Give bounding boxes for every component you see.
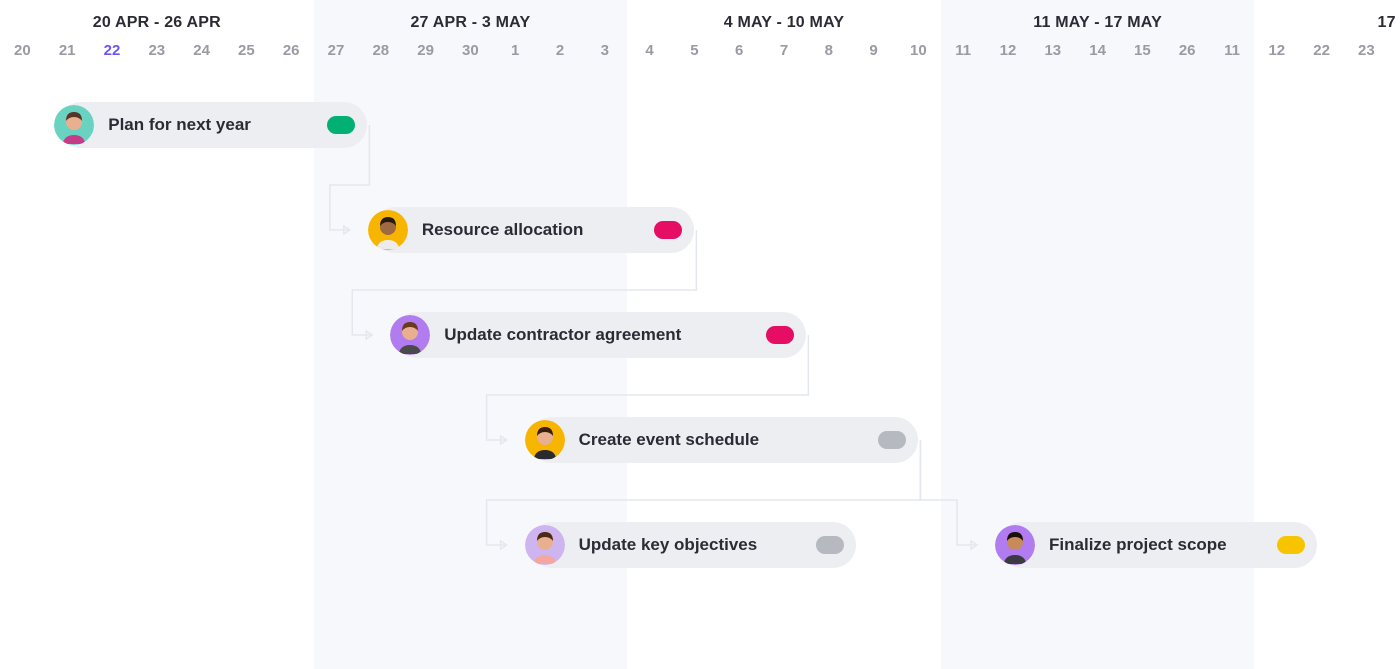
day-number[interactable]: 11	[955, 42, 971, 59]
day-number[interactable]: 10	[910, 42, 927, 59]
day-number[interactable]: 5	[690, 42, 698, 59]
day-number[interactable]: 23	[1358, 42, 1375, 59]
day-number[interactable]: 7	[780, 42, 788, 59]
task-bar-plan[interactable]: Plan for next year	[58, 102, 367, 148]
day-number[interactable]: 9	[869, 42, 877, 59]
assignee-avatar	[390, 315, 430, 355]
day-number[interactable]: 4	[645, 42, 653, 59]
day-number[interactable]: 24	[193, 42, 210, 59]
assignee-avatar	[368, 210, 408, 250]
day-number[interactable]: 21	[59, 42, 76, 59]
day-number[interactable]: 20	[14, 42, 31, 59]
week-range-label: 27 APR - 3 MAY	[410, 14, 530, 32]
status-pill[interactable]	[1277, 536, 1305, 554]
day-number[interactable]: 14	[1089, 42, 1106, 59]
day-number[interactable]: 11	[1224, 42, 1240, 59]
day-number[interactable]: 2	[556, 42, 564, 59]
day-number[interactable]: 8	[825, 42, 833, 59]
day-number[interactable]: 12	[1000, 42, 1017, 59]
day-number[interactable]: 29	[417, 42, 434, 59]
assignee-avatar	[995, 525, 1035, 565]
day-number[interactable]: 28	[372, 42, 389, 59]
task-bar-objectives[interactable]: Update key objectives	[529, 522, 856, 568]
week-range-label: 11 MAY - 17 MAY	[1033, 14, 1162, 32]
day-number[interactable]: 13	[1044, 42, 1061, 59]
task-bar-resource[interactable]: Resource allocation	[372, 207, 695, 253]
timeline-header: 20 APR - 26 APR 27 APR - 3 MAY 4 MAY - 10 …	[0, 0, 1400, 72]
day-number[interactable]: 23	[148, 42, 165, 59]
week-range-label: 4 MAY - 10 MAY	[724, 14, 845, 32]
task-title: Create event schedule	[579, 430, 759, 450]
day-number[interactable]: 1	[511, 42, 519, 59]
day-number[interactable]: 26	[283, 42, 300, 59]
day-number[interactable]: 12	[1268, 42, 1285, 59]
task-bar-finalize[interactable]: Finalize project scope	[999, 522, 1317, 568]
status-pill[interactable]	[654, 221, 682, 239]
day-number[interactable]: 27	[328, 42, 345, 59]
task-bar-contractor[interactable]: Update contractor agreement	[394, 312, 806, 358]
day-number[interactable]: 30	[462, 42, 479, 59]
status-pill[interactable]	[327, 116, 355, 134]
assignee-avatar	[54, 105, 94, 145]
task-title: Update key objectives	[579, 535, 758, 555]
day-number[interactable]: 6	[735, 42, 743, 59]
week-range-label: 20 APR - 26 APR	[93, 14, 221, 32]
week-range-label: 17 MAY -	[1377, 14, 1400, 32]
day-number[interactable]: 22	[1313, 42, 1330, 59]
day-number[interactable]: 26	[1179, 42, 1196, 59]
day-number[interactable]: 22	[104, 42, 121, 59]
task-title: Finalize project scope	[1049, 535, 1227, 555]
task-bar-schedule[interactable]: Create event schedule	[529, 417, 919, 463]
status-pill[interactable]	[766, 326, 794, 344]
task-title: Update contractor agreement	[444, 325, 681, 345]
assignee-avatar	[525, 420, 565, 460]
timeline-gantt[interactable]: 20 APR - 26 APR 27 APR - 3 MAY 4 MAY - 10 …	[0, 0, 1400, 669]
day-number[interactable]: 15	[1134, 42, 1151, 59]
task-title: Resource allocation	[422, 220, 584, 240]
task-title: Plan for next year	[108, 115, 251, 135]
status-pill[interactable]	[878, 431, 906, 449]
assignee-avatar	[525, 525, 565, 565]
status-pill[interactable]	[816, 536, 844, 554]
day-number[interactable]: 3	[601, 42, 609, 59]
day-number[interactable]: 25	[238, 42, 255, 59]
